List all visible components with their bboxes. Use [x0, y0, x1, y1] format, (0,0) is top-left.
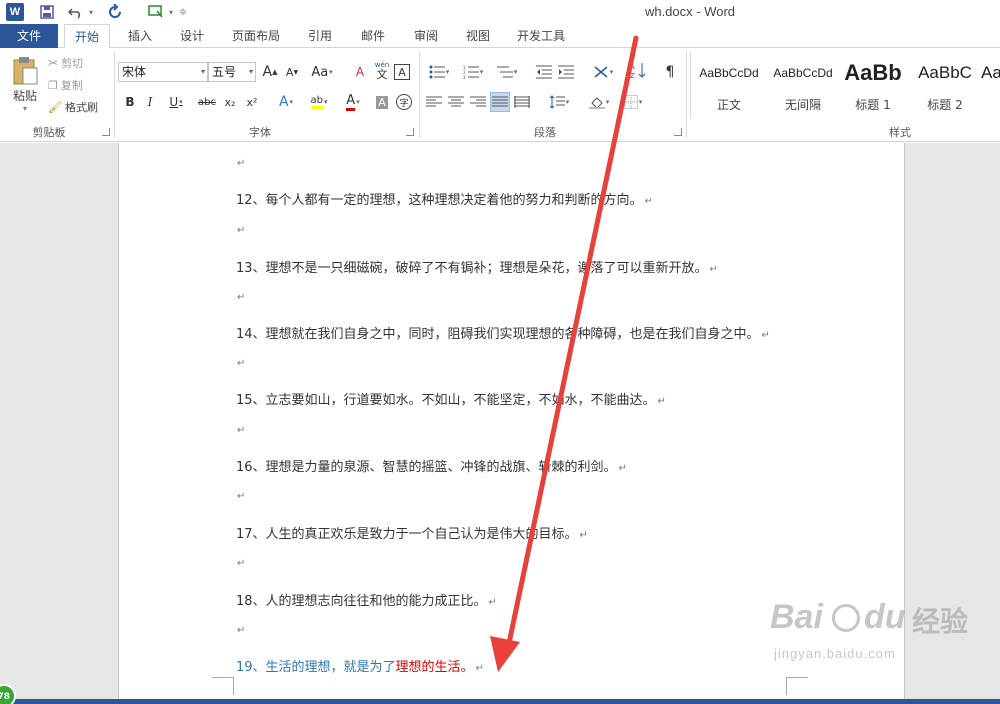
- word-window: W ▾ ▾ ≑ wh.docx - Word 文件 开始 插入 设计 页面布局 …: [0, 0, 1000, 704]
- arrow-head-icon: [490, 636, 520, 672]
- status-bar: [0, 699, 1000, 704]
- baidu-jingyan-watermark: Bai du 经验 jingyan.baidu.com: [770, 598, 969, 661]
- paw-icon: [832, 604, 860, 632]
- arrow-shaft: [505, 35, 639, 651]
